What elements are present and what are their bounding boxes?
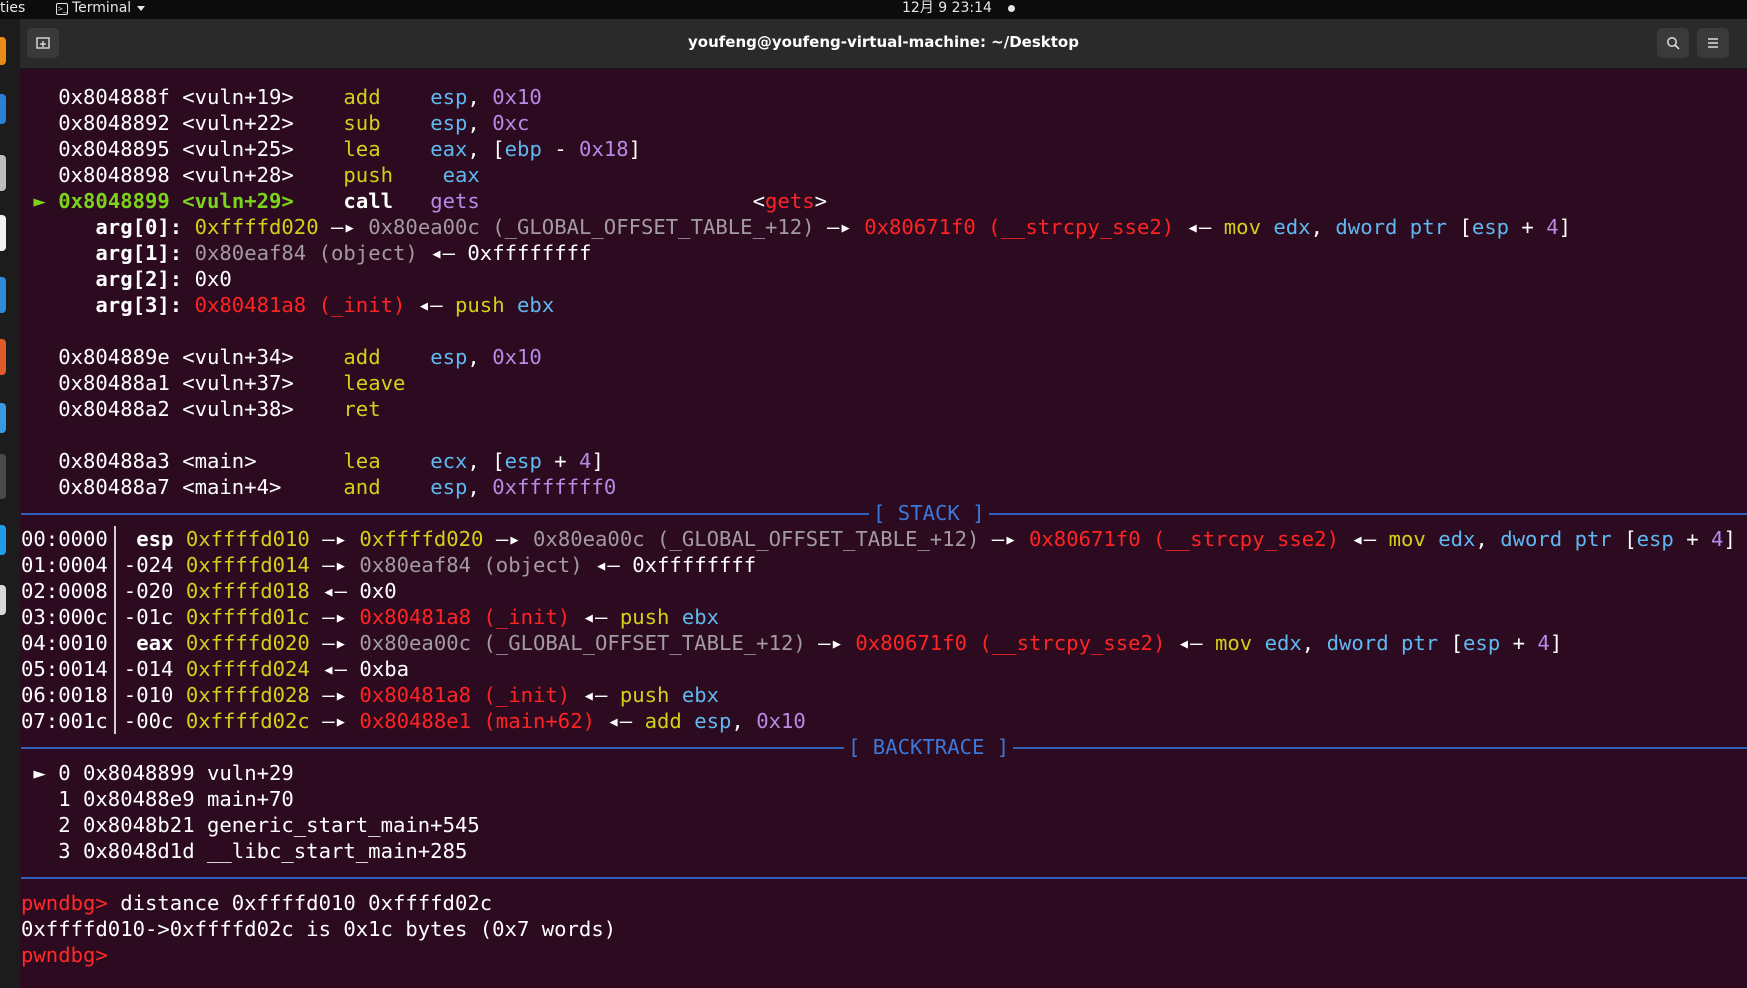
stack-row: 07:001c -00c 0xffffd02c —▸ 0x80488e1 (mai… (21, 708, 806, 734)
disasm-row: 0x80488a1 <vuln+37> leave (58, 371, 406, 395)
clock-text: 12月 9 23:14 (902, 0, 992, 16)
disasm-row: 0x80488a3 <main> lea ecx, [esp + 4] (58, 449, 604, 473)
command-line[interactable]: pwndbg> distance 0xffffd010 0xffffd02c (21, 890, 1747, 916)
call-arg-row: arg[2]: 0x0 (95, 267, 232, 291)
stack-row: 05:0014 -014 0xffffd024 ◂— 0xba (21, 656, 410, 682)
help-icon[interactable] (0, 403, 6, 433)
backtrace-row: 1 0x80488e9 main+70 (45, 787, 294, 811)
dock (0, 19, 20, 988)
activities-button[interactable]: ties (0, 0, 25, 17)
command-output: 0xffffd010->0xffffd02c is 0x1c bytes (0x… (21, 917, 617, 941)
software-icon[interactable] (0, 277, 6, 313)
pwndbg-prompt: pwndbg> (21, 891, 108, 915)
call-arg-row: arg[0]: 0xffffd020 —▸ 0x80ea00c (_GLOBAL… (95, 215, 1572, 239)
pwndbg-prompt: pwndbg> (21, 943, 108, 967)
disasm-row: 0x804889e <vuln+34> add esp, 0x10 (58, 345, 542, 369)
stack-row: 03:000c -01c 0xffffd01c —▸ 0x80481a8 (_in… (21, 604, 720, 630)
disasm-row: 0x8048895 <vuln+25> lea eax, [ebp - 0x18… (58, 137, 642, 161)
command-text: distance 0xffffd010 0xffffd02c (107, 891, 493, 915)
stack-row: 06:0018 -010 0xffffd028 —▸ 0x80481a8 (_in… (21, 682, 720, 708)
call-arg-row: arg[3]: 0x80481a8 (_init) ◂— push ebx (95, 293, 555, 317)
section-divider (21, 864, 1747, 890)
app-icon[interactable] (0, 525, 6, 555)
files-icon[interactable] (0, 155, 6, 191)
search-icon (1667, 37, 1680, 50)
stack-label: [ STACK ] (869, 500, 989, 526)
disasm-row: 0x8048898 <vuln+28> push eax (58, 163, 480, 187)
backtrace-label: [ BACKTRACE ] (844, 734, 1014, 760)
window-title: youfeng@youfeng-virtual-machine: ~/Deskt… (688, 33, 1079, 51)
notification-dot-icon (1007, 5, 1015, 12)
stack-row: 01:0004 -024 0xffffd014 —▸ 0x80eaf84 (obj… (21, 552, 757, 578)
disasm-row: 0x804888f <vuln+19> add esp, 0x10 (58, 85, 542, 109)
app-menu[interactable]: >_ Terminal (56, 0, 146, 17)
window-titlebar: youfeng@youfeng-virtual-machine: ~/Deskt… (20, 19, 1747, 69)
current-instruction-row: ► 0x8048899 <vuln+29> call gets <gets> (33, 189, 828, 213)
software-center-icon[interactable] (0, 339, 6, 375)
terminal-icon: >_ (56, 2, 68, 15)
top-bar: ties >_ Terminal 12月 9 23:14 (0, 0, 1747, 19)
backtrace-row: 2 0x8048b21 generic_start_main+545 (45, 813, 480, 837)
writer-icon[interactable] (0, 215, 6, 251)
search-button[interactable] (1657, 28, 1689, 58)
backtrace-row: ► 0 0x8048899 vuln+29 (33, 761, 294, 785)
backtrace-section-header: [ BACKTRACE ] (21, 734, 1747, 760)
disasm-row: 0x80488a2 <vuln+38> ret (58, 397, 381, 421)
stack-row: 00:0000 esp 0xffffd010 —▸ 0xffffd020 —▸ … (21, 526, 1736, 552)
current-frame-arrow-icon: ► (33, 761, 46, 785)
stack-row: 04:0010 eax 0xffffd020 —▸ 0x80ea00c (_GL… (21, 630, 1563, 656)
firefox-icon[interactable] (0, 37, 6, 65)
app-name: Terminal (72, 0, 132, 16)
menu-button[interactable] (1697, 28, 1729, 58)
stack-row: 02:0008 -020 0xffffd018 ◂— 0x0 (21, 578, 397, 604)
disc-icon[interactable] (0, 585, 6, 615)
input-line[interactable]: pwndbg> (21, 942, 1747, 968)
thunderbird-icon[interactable] (0, 94, 6, 124)
stack-section-header: [ STACK ] (21, 500, 1747, 526)
call-arg-row: arg[1]: 0x80eaf84 (object) ◂— 0xffffffff (95, 241, 592, 265)
hamburger-menu-icon (1708, 38, 1718, 48)
current-pc-arrow-icon: ► (33, 189, 46, 213)
separator-rule (21, 877, 1747, 879)
chevron-down-icon (137, 6, 146, 11)
disasm-row: 0x8048892 <vuln+22> sub esp, 0xc (58, 111, 530, 135)
terminal-output[interactable]: 0x804888f <vuln+19> add esp, 0x10 0x8048… (21, 84, 1747, 988)
disasm-row: 0x80488a7 <main+4> and esp, 0xfffffff0 (58, 475, 617, 499)
clock[interactable]: 12月 9 23:14 (902, 0, 1015, 17)
terminal-dock-icon[interactable] (0, 454, 6, 499)
backtrace-row: 3 0x8048d1d __libc_start_main+285 (45, 839, 468, 863)
